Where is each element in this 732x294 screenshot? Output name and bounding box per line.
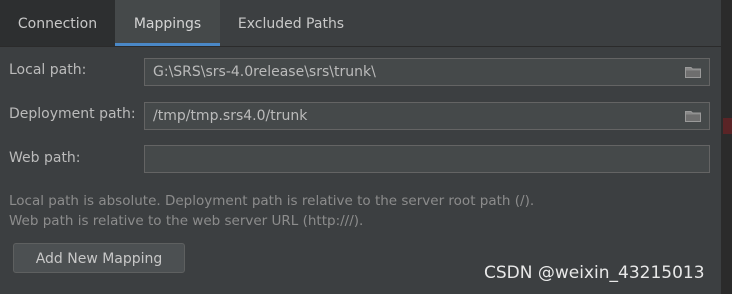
- watermark: CSDN @weixin_43215013: [484, 263, 705, 283]
- folder-icon[interactable]: [685, 110, 701, 122]
- web-path-label: Web path:: [9, 150, 81, 166]
- deployment-path-field[interactable]: /tmp/tmp.srs4.0/trunk: [144, 102, 710, 130]
- local-path-label: Local path:: [9, 62, 87, 78]
- tab-mappings[interactable]: Mappings: [115, 0, 220, 46]
- local-path-value: G:\SRS\srs-4.0release\srs\trunk\: [153, 64, 376, 80]
- folder-icon[interactable]: [685, 66, 701, 78]
- hint-line-1: Local path is absolute. Deployment path …: [9, 193, 535, 209]
- deployment-path-label: Deployment path:: [9, 106, 136, 122]
- tab-bar: Connection Mappings Excluded Paths: [0, 0, 721, 47]
- web-path-field[interactable]: [144, 145, 710, 173]
- deployment-path-value: /tmp/tmp.srs4.0/trunk: [153, 108, 308, 124]
- mappings-panel: Connection Mappings Excluded Paths Local…: [0, 0, 732, 294]
- error-marker: [723, 118, 732, 134]
- local-path-field[interactable]: G:\SRS\srs-4.0release\srs\trunk\: [144, 58, 710, 86]
- tab-connection[interactable]: Connection: [0, 0, 115, 46]
- hint-line-2: Web path is relative to the web server U…: [9, 213, 364, 229]
- tab-excluded-paths[interactable]: Excluded Paths: [220, 0, 362, 46]
- side-strip: [721, 0, 732, 294]
- add-new-mapping-button[interactable]: Add New Mapping: [13, 243, 185, 273]
